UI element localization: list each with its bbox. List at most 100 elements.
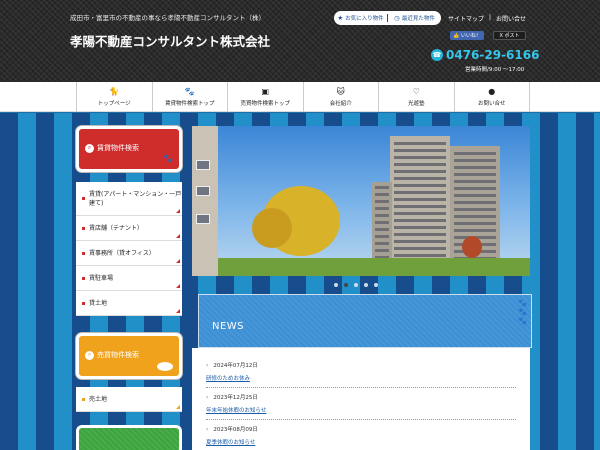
news-item: › 2024年07月12日 研修のためお休み [206,356,516,388]
site-title[interactable]: 孝陽不動産コンサルタント株式会社 [70,31,270,50]
sale-search-card[interactable]: ⌕ 売買物件検索 [76,333,182,379]
grass-field [218,258,530,276]
green-banner-card[interactable] [76,425,182,450]
paw-prints-icon: 🐾 🐾 🐾 [513,299,527,325]
x-post-label: ポスト [504,33,520,39]
search-icon: ⌕ [85,350,94,360]
corner-arrow-icon [176,309,180,313]
star-icon: ★ [337,14,344,22]
slide-edge-building [192,126,218,276]
news-date: 2024年07月12日 [213,363,258,369]
nav-label: 売買物件検索トップ [240,100,290,107]
nav-item-contact[interactable]: ● お問い合せ [453,82,530,112]
chevron-right-icon: › [206,361,209,369]
rental-category-list: 賃貸(アパート・マンション・一戸建て) 賃店舗（テナント） 賃事務所（貸オフィス… [76,182,182,316]
fish-icon [157,362,173,371]
top-links: サイトマップ | お問い合せ [448,14,526,23]
nav-label: トップページ [97,100,131,107]
slider-dot[interactable] [354,283,358,287]
rental-search-card[interactable]: ⌕ 賃貸物件検索 🐾 [76,126,182,172]
heart-icon: ♡ [412,86,420,96]
fb-like-label: いいね！ [460,33,481,39]
slider-dot-active[interactable] [344,283,348,287]
bullet [82,397,85,401]
news-link[interactable]: 夏季休暇のお知らせ [206,438,516,446]
news-link[interactable]: 年末年始休暇のお知らせ [206,406,516,414]
apartment-tower [372,182,392,262]
window [196,160,210,170]
sale-category-list: 売土地 [76,387,182,412]
paw-icon: 🐾 [184,86,195,96]
bullet [82,276,85,280]
news-link[interactable]: 研修のためお休み [206,374,516,382]
site-header: 成田市・富里市の不動産の事なら孝陽不動産コンサルタント（株） 孝陽不動産コンサル… [0,0,600,82]
window [196,214,210,224]
hero-slider-image[interactable] [192,126,530,276]
corner-arrow-icon [176,234,180,238]
recent-label: 最近見た物件 [401,16,435,22]
chevron-right-icon: › [206,393,209,401]
bullet [82,226,85,230]
sidebar-item-label: 賃貸(アパート・マンション・一戸建て) [89,190,182,207]
news-list: › 2024年07月12日 研修のためお休み › 2023年12月25日 年末年始休… [192,348,530,450]
favorites-link[interactable]: ★ お気に入り物件 [334,14,387,22]
nav-item-sale-search[interactable]: ▣ 売買物件検索トップ [227,82,303,112]
nav-label: お問い合せ [477,100,506,107]
sidebar-item-sale-land[interactable]: 売土地 [76,387,182,412]
sidebar-item-rental-residential[interactable]: 賃貸(アパート・マンション・一戸建て) [76,182,182,216]
cat-face-icon: 🐱 [336,86,345,96]
sidebar-item-label: 売土地 [89,395,108,403]
bullet [82,197,85,200]
sidebar-item-rental-parking[interactable]: 賃駐車場 [76,266,182,291]
sidebar-item-rental-office[interactable]: 賃事務所（貸オフィス） [76,241,182,266]
nav-item-company[interactable]: 🐱 会社紹介 [302,82,379,112]
sitemap-link[interactable]: サイトマップ [448,14,484,23]
bullet [82,251,85,255]
facebook-like-button[interactable]: 👍 いいね！ [450,31,484,40]
nav-item-kouyujuku[interactable]: ♡ 光遊塾 [378,82,454,112]
sidebar-item-label: 貸土地 [89,299,108,307]
cat-icon: 🐈 [109,86,120,96]
slider-dot[interactable] [364,283,368,287]
bullet [82,301,85,305]
news-date: 2023年08月09日 [213,427,258,433]
corner-arrow-icon [176,209,180,213]
recent-link[interactable]: ◷ 最近見た物件 [388,14,441,22]
news-date: 2023年12月25日 [213,395,258,401]
nav-label: 会社紹介 [329,100,352,107]
yellow-tree [252,208,292,248]
favorites-label: お気に入り物件 [345,16,384,22]
sidebar-item-label: 賃駐車場 [89,274,114,282]
site-tagline: 成田市・富里市の不動産の事なら孝陽不動産コンサルタント（株） [70,14,265,22]
sidebar-item-label: 賃事務所（貸オフィス） [89,249,155,257]
chevron-right-icon: › [206,425,209,433]
corner-arrow-icon [176,284,180,288]
slider-dot[interactable] [334,283,338,287]
phone-number[interactable]: 0476-29-6166 [446,48,539,62]
sidebar-item-rental-land[interactable]: 貸土地 [76,291,182,316]
news-item: › 2023年08月09日 夏季休暇のお知らせ [206,420,516,450]
x-post-button[interactable]: X ポスト [493,31,526,40]
fish-icon: ● [488,86,496,96]
rental-search-title: 賃貸物件検索 [97,144,139,152]
contact-link[interactable]: お問い合せ [496,14,526,23]
paw-icon: 🐾 [163,154,173,163]
news-item: › 2023年12月25日 年末年始休暇のお知らせ [206,388,516,420]
nav-item-rental-search[interactable]: 🐾 賃貸物件検索トップ [151,82,228,112]
sale-icon: ▣ [261,86,270,96]
sale-search-title: 売買物件検索 [97,351,139,359]
corner-arrow-icon [176,405,180,409]
phone-icon: ☎ [431,49,443,61]
red-tree [462,236,482,258]
nav-item-top[interactable]: 🐈 トップページ [76,82,152,112]
sidebar-item-rental-store[interactable]: 賃店舗（テナント） [76,216,182,241]
news-title: NEWS [212,321,245,332]
business-hours: 営業時間/9:00 〜17:00 [465,67,525,73]
nav-label: 光遊塾 [407,100,425,107]
search-icon: ⌕ [85,143,94,153]
corner-arrow-icon [176,259,180,263]
apartment-tower [390,136,450,262]
x-logo-icon: X [499,32,503,39]
thumbs-up-icon: 👍 [453,32,460,39]
slider-dot[interactable] [374,283,378,287]
